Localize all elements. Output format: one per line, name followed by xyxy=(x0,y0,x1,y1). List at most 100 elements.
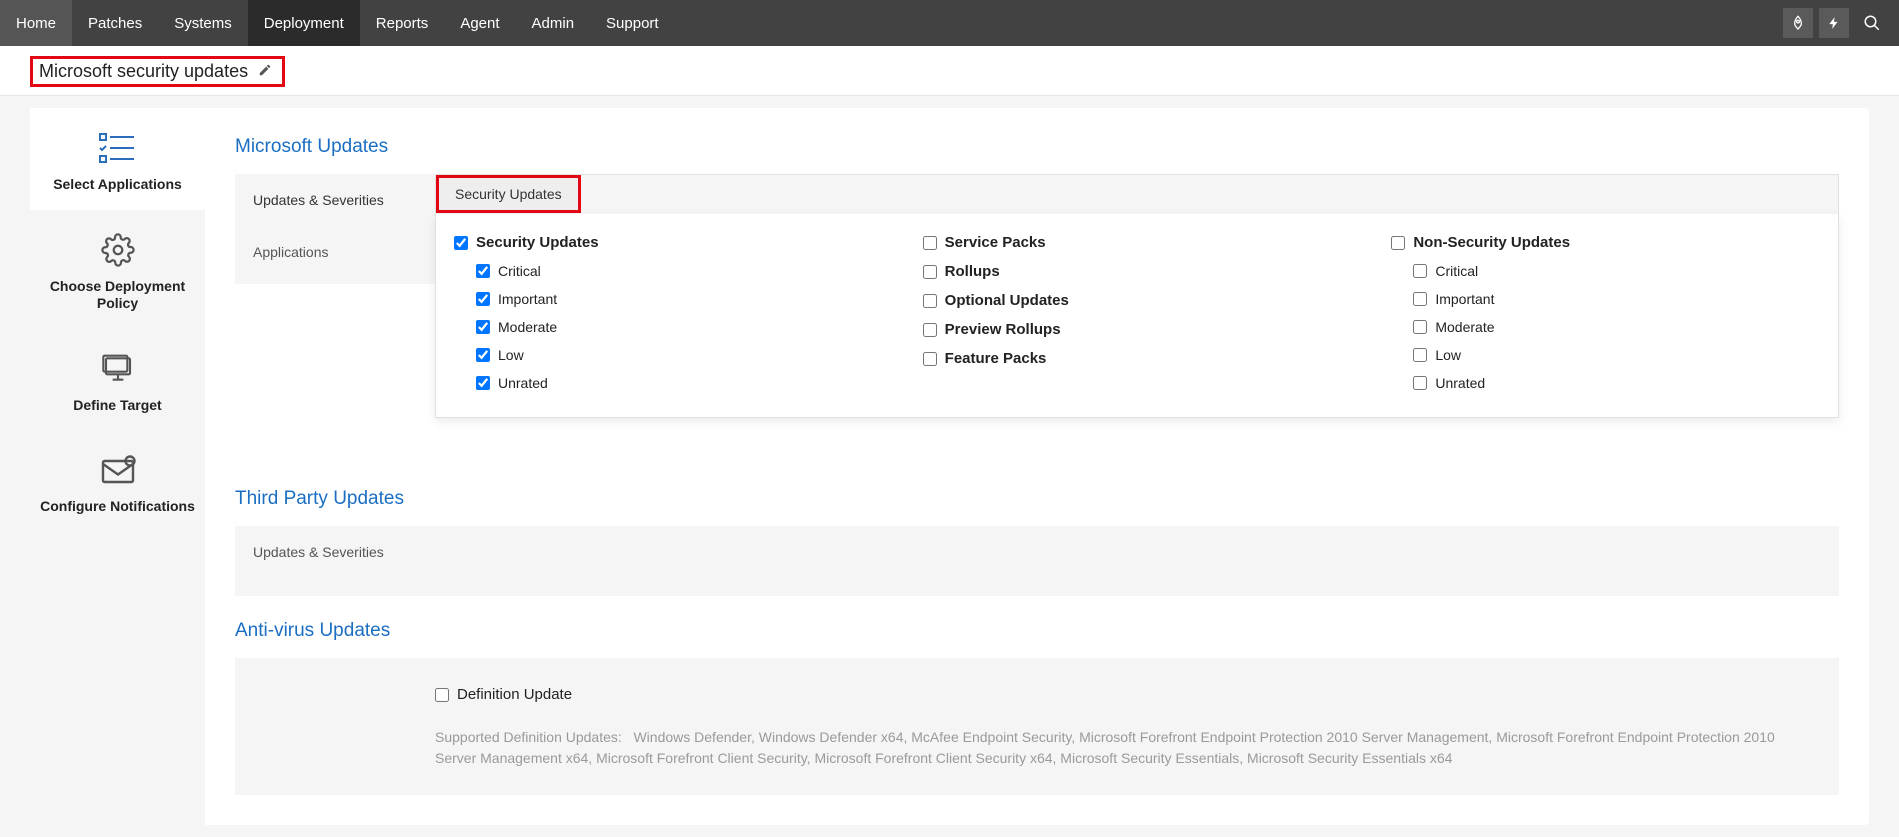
checkbox-label: Feature Packs xyxy=(945,350,1047,367)
nav-support[interactable]: Support xyxy=(590,0,675,46)
checkbox-preview-rollups[interactable]: Preview Rollups xyxy=(923,315,1352,344)
search-icon[interactable] xyxy=(1855,8,1889,38)
topbar-right xyxy=(1783,0,1899,46)
gear-icon xyxy=(40,230,195,270)
tab-security-updates[interactable]: Security Updates xyxy=(436,175,581,213)
left-tab-applications[interactable]: Applications xyxy=(235,226,435,278)
wizard-step-label: Choose Deployment Policy xyxy=(40,278,195,313)
checkbox-label: Moderate xyxy=(498,319,557,335)
checkbox-label: Critical xyxy=(498,263,541,279)
nav-agent[interactable]: Agent xyxy=(444,0,515,46)
checkbox-definition-update[interactable]: Definition Update xyxy=(435,680,1809,709)
rocket-icon[interactable] xyxy=(1783,8,1813,38)
checkbox-unrated[interactable]: Unrated xyxy=(454,369,883,397)
checkbox-rollups[interactable]: Rollups xyxy=(923,257,1352,286)
checkbox-input[interactable] xyxy=(923,323,937,337)
left-tab-updates-severities[interactable]: Updates & Severities xyxy=(235,174,435,226)
dropdown-col-security: Security Updates Critical Important Mode… xyxy=(454,228,883,397)
nav-systems[interactable]: Systems xyxy=(158,0,248,46)
checkbox-non-security-updates[interactable]: Non-Security Updates xyxy=(1391,228,1820,257)
edit-title-icon[interactable] xyxy=(258,63,272,80)
supported-definition-updates: Supported Definition Updates: Windows De… xyxy=(435,727,1809,769)
nav-patches[interactable]: Patches xyxy=(72,0,158,46)
checkbox-label: Service Packs xyxy=(945,234,1046,251)
checkbox-optional-updates[interactable]: Optional Updates xyxy=(923,286,1352,315)
wizard-steps: Select Applications Choose Deployment Po… xyxy=(30,108,205,825)
checkbox-service-packs[interactable]: Service Packs xyxy=(923,228,1352,257)
nav-deployment[interactable]: Deployment xyxy=(248,0,360,46)
content-area: Select Applications Choose Deployment Po… xyxy=(0,95,1899,837)
wizard-step-choose-deployment-policy[interactable]: Choose Deployment Policy xyxy=(30,210,205,329)
checkbox-label: Rollups xyxy=(945,263,1000,280)
checkbox-label: Critical xyxy=(1435,263,1478,279)
dropdown-col-packs: Service Packs Rollups Optional Updates P… xyxy=(923,228,1352,397)
checkbox-ns-moderate[interactable]: Moderate xyxy=(1391,313,1820,341)
checkbox-input[interactable] xyxy=(476,292,490,306)
checkbox-input[interactable] xyxy=(923,236,937,250)
main-panel: Microsoft Updates Updates & Severities A… xyxy=(205,108,1869,825)
checkbox-label: Security Updates xyxy=(476,234,599,251)
checkbox-low[interactable]: Low xyxy=(454,341,883,369)
checkbox-input[interactable] xyxy=(476,376,490,390)
checkbox-label: Important xyxy=(1435,291,1494,307)
antivirus-panel: Definition Update Supported Definition U… xyxy=(235,658,1839,795)
checkbox-input[interactable] xyxy=(476,320,490,334)
select-applications-icon xyxy=(40,128,195,168)
checkbox-critical[interactable]: Critical xyxy=(454,257,883,285)
monitor-icon xyxy=(40,349,195,389)
page-title-box: Microsoft security updates xyxy=(30,56,285,87)
nav-admin[interactable]: Admin xyxy=(516,0,591,46)
wizard-step-select-applications[interactable]: Select Applications xyxy=(30,108,205,210)
checkbox-input[interactable] xyxy=(476,264,490,278)
checkbox-label: Unrated xyxy=(498,375,548,391)
checkbox-label: Definition Update xyxy=(457,686,572,703)
checkbox-label: Non-Security Updates xyxy=(1413,234,1570,251)
top-navbar: Home Patches Systems Deployment Reports … xyxy=(0,0,1899,46)
checkbox-input[interactable] xyxy=(923,265,937,279)
checkbox-label: Important xyxy=(498,291,557,307)
ms-updates-panel: Updates & Severities Applications Securi… xyxy=(235,174,1839,284)
dropdown-col-nonsecurity: Non-Security Updates Critical Important … xyxy=(1391,228,1820,397)
wizard-step-define-target[interactable]: Define Target xyxy=(30,329,205,431)
checkbox-important[interactable]: Important xyxy=(454,285,883,313)
section-title-antivirus: Anti-virus Updates xyxy=(235,620,1839,642)
checkbox-ns-unrated[interactable]: Unrated xyxy=(1391,369,1820,397)
checkbox-input[interactable] xyxy=(454,236,468,250)
checkbox-label: Low xyxy=(498,347,524,363)
nav-reports[interactable]: Reports xyxy=(360,0,445,46)
left-tab-tp-updates-severities[interactable]: Updates & Severities xyxy=(235,526,435,578)
checkbox-input[interactable] xyxy=(1413,264,1427,278)
checkbox-input[interactable] xyxy=(1413,292,1427,306)
checkbox-input[interactable] xyxy=(1391,236,1405,250)
checkbox-input[interactable] xyxy=(1413,320,1427,334)
checkbox-feature-packs[interactable]: Feature Packs xyxy=(923,344,1352,373)
checkbox-label: Moderate xyxy=(1435,319,1494,335)
page-title: Microsoft security updates xyxy=(39,61,248,82)
checkbox-security-updates[interactable]: Security Updates xyxy=(454,228,883,257)
wizard-step-label: Configure Notifications xyxy=(40,498,195,516)
nav-home[interactable]: Home xyxy=(0,0,72,46)
checkbox-input[interactable] xyxy=(923,294,937,308)
checkbox-input[interactable] xyxy=(1413,348,1427,362)
ms-panel-left-tabs: Updates & Severities Applications xyxy=(235,174,435,284)
mail-notification-icon xyxy=(40,450,195,490)
nav-tabs: Home Patches Systems Deployment Reports … xyxy=(0,0,675,46)
supported-text: Windows Defender, Windows Defender x64, … xyxy=(435,729,1775,766)
bolt-icon[interactable] xyxy=(1819,8,1849,38)
wizard-step-configure-notifications[interactable]: Configure Notifications xyxy=(30,430,205,532)
checkbox-label: Optional Updates xyxy=(945,292,1069,309)
checkbox-input[interactable] xyxy=(435,688,449,702)
checkbox-label: Unrated xyxy=(1435,375,1485,391)
checkbox-moderate[interactable]: Moderate xyxy=(454,313,883,341)
checkbox-label: Low xyxy=(1435,347,1461,363)
third-party-panel: Updates & Severities xyxy=(235,526,1839,596)
checkbox-ns-important[interactable]: Important xyxy=(1391,285,1820,313)
checkbox-input[interactable] xyxy=(1413,376,1427,390)
checkbox-input[interactable] xyxy=(476,348,490,362)
severity-dropdown: Security Updates Critical Important Mode… xyxy=(435,214,1839,418)
section-title-third-party: Third Party Updates xyxy=(235,488,1839,510)
checkbox-label: Preview Rollups xyxy=(945,321,1061,338)
checkbox-input[interactable] xyxy=(923,352,937,366)
checkbox-ns-low[interactable]: Low xyxy=(1391,341,1820,369)
checkbox-ns-critical[interactable]: Critical xyxy=(1391,257,1820,285)
